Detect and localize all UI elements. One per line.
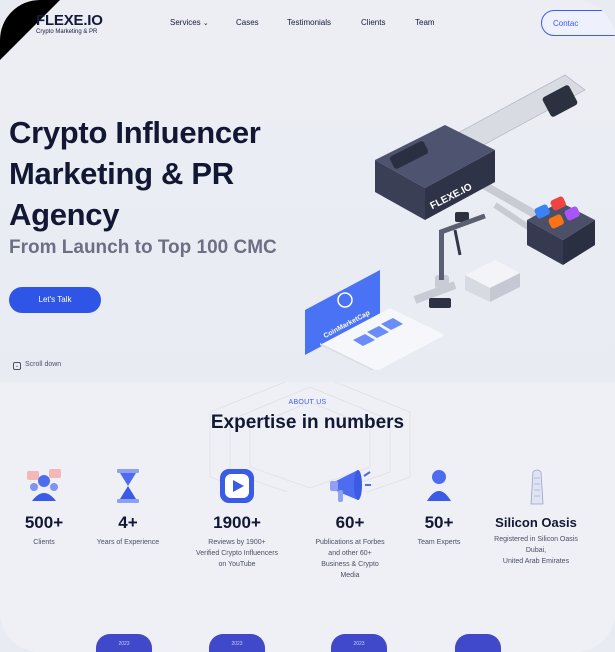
lets-talk-button[interactable]: Let's Talk [9, 287, 101, 313]
stat-location: Silicon Oasis Registered in Silicon Oasi… [486, 466, 586, 567]
award-badge: 2023 [96, 634, 152, 652]
stat-label: Registered in Silicon Oasis Dubai, Unite… [486, 534, 586, 567]
nav-item-cases[interactable]: Cases [236, 18, 259, 27]
chevron-down-icon: ⌄ [202, 20, 209, 27]
hero-subtitle: From Launch to Top 100 CMC [9, 237, 277, 258]
award-badge: 2023 [331, 634, 387, 652]
hero-title-line: Marketing & PR [9, 156, 234, 191]
hero-illustration: FLEXE.IO CoinMarketCap [305, 74, 595, 370]
stat-value: 4+ [118, 513, 138, 532]
stat-label-line: Years of Experience [96, 539, 160, 546]
person-icon [389, 466, 489, 506]
building-icon [486, 466, 586, 506]
hero-title-line: Agency [9, 197, 120, 232]
scroll-down-link[interactable]: ⌄ Scroll down [13, 361, 61, 370]
scroll-down-label: Scroll down [25, 361, 62, 368]
stat-label: Team Experts [389, 537, 489, 548]
nav-item-team[interactable]: Team [415, 18, 435, 27]
stat-label-line: Reviews by 1900+ [208, 539, 266, 546]
scroll-down-icon: ⌄ [13, 362, 21, 370]
award-badge: 2023 [209, 634, 265, 652]
header: FLEXE.IO Crypto Marketing & PR Services … [0, 0, 615, 48]
stat-label-line: United Arab Emirates [502, 558, 570, 565]
stat-publications: 60+ Publications at Forbes and other 60+… [300, 466, 400, 581]
stat-label-line: and other 60+ [328, 550, 372, 557]
hero-section: Crypto Influencer Marketing & PR Agency … [0, 60, 615, 382]
stat-label-line: Registered in Silicon Oasis [494, 536, 578, 543]
logo-tagline: Crypto Marketing & PR [36, 29, 98, 35]
stat-value: Silicon Oasis [495, 515, 577, 530]
stat-label-line: Business & Crypto [321, 561, 379, 568]
logo-name: FLEXE.IO [36, 12, 103, 29]
award-badge [455, 634, 501, 652]
section-title: Expertise in numbers [210, 412, 405, 433]
stat-value: 1900+ [213, 513, 261, 532]
stat-label: Publications at Forbes and other 60+ Bus… [300, 537, 400, 581]
stat-label-line: Publications at Forbes [315, 539, 385, 546]
stat-label-line: Dubai, [525, 547, 547, 554]
section-eyebrow: ABOUT US [288, 399, 327, 406]
stat-label-line: Team Experts [417, 539, 461, 546]
award-badge-year: 2023 [353, 641, 365, 647]
stat-label-line: on YouTube [218, 561, 256, 568]
expertise-section: ABOUT US Expertise in numbers 500+ Clien… [0, 382, 615, 652]
nav-item-testimonials[interactable]: Testimonials [287, 18, 331, 27]
nav-item-clients[interactable]: Clients [361, 18, 385, 27]
contact-button[interactable]: Contac [541, 10, 615, 36]
hourglass-icon [78, 466, 178, 506]
stat-reviews: 1900+ Reviews by 1900+ Verified Crypto I… [187, 466, 287, 570]
stat-label-line: Media [340, 572, 360, 579]
nav-item-label: Services [170, 18, 201, 27]
page: FLEXE.IO Crypto Marketing & PR Services … [0, 0, 615, 652]
nav-item-services[interactable]: Services ⌄ [170, 18, 209, 27]
megaphone-icon [300, 466, 400, 506]
logo[interactable]: FLEXE.IO Crypto Marketing & PR [36, 12, 103, 35]
stat-label-line: Verified Crypto Influencers [195, 550, 279, 557]
award-badge-year: 2023 [118, 641, 130, 647]
stat-label-line: Clients [33, 539, 55, 546]
youtube-play-icon [187, 466, 287, 506]
stat-team: 50+ Team Experts [389, 466, 489, 548]
stat-value: 60+ [335, 513, 365, 532]
hero-title-line: Crypto Influencer [9, 115, 261, 150]
stat-label: Years of Experience [78, 537, 178, 548]
stat-years: 4+ Years of Experience [78, 466, 178, 548]
award-badge-year: 2023 [231, 641, 243, 647]
stat-label: Reviews by 1900+ Verified Crypto Influen… [187, 537, 287, 570]
stat-value: 50+ [424, 513, 454, 532]
hero-title: Crypto Influencer Marketing & PR Agency [9, 112, 309, 235]
